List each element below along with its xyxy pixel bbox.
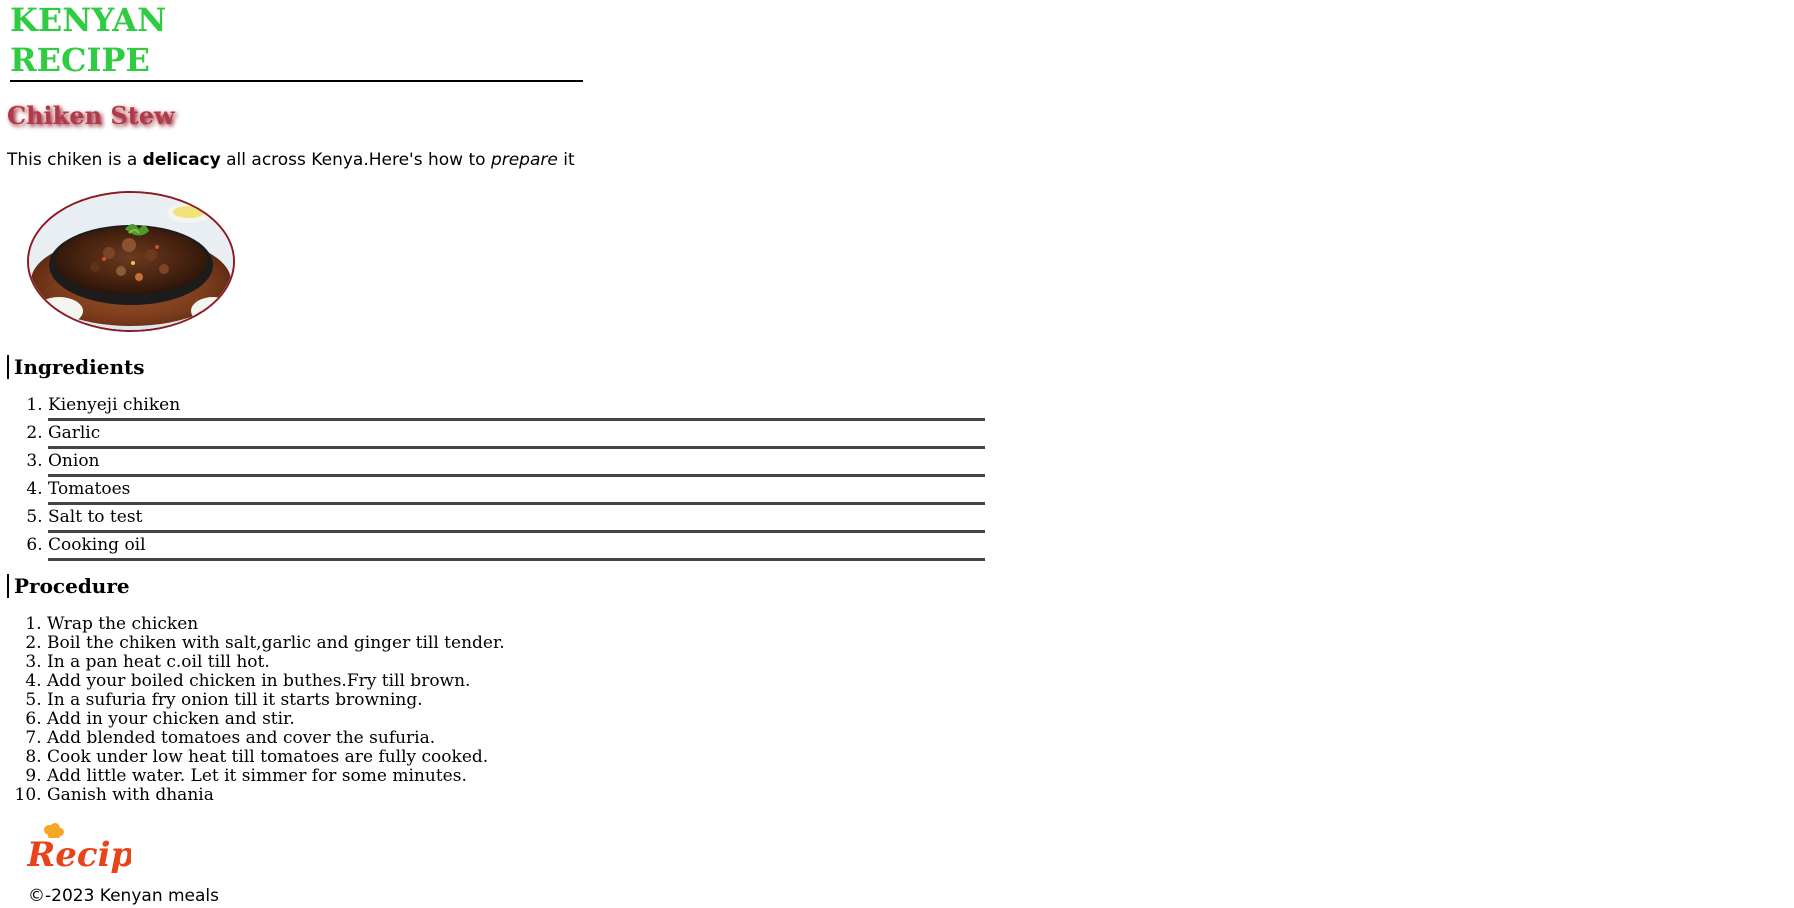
procedure-step: Cook under low heat till tomatoes are fu… <box>47 748 505 767</box>
ingredient-item: Salt to test <box>48 505 985 533</box>
intro-part3: it <box>557 150 575 170</box>
ingredient-item: Garlic <box>48 421 985 449</box>
intro-italic: prepare <box>490 150 558 170</box>
ingredient-item: Kienyeji chiken <box>48 393 985 421</box>
ingredient-item: Cooking oil <box>48 533 985 561</box>
intro-text: This chiken is a delicacy all across Ken… <box>7 149 575 171</box>
logo-text: Recipes <box>27 835 131 875</box>
site-title-line2: RECIPE <box>10 41 150 79</box>
dish-title: Chiken Stew <box>7 101 175 130</box>
dish-photo <box>27 191 235 332</box>
ingredients-list: Kienyeji chiken Garlic Onion Tomatoes Sa… <box>0 393 985 561</box>
procedure-step: Add little water. Let it simmer for some… <box>47 767 505 786</box>
recipes-logo: Recipes <box>26 822 175 878</box>
procedure-step: Boil the chiken with salt,garlic and gin… <box>47 634 505 653</box>
site-title: KENYAN RECIPE <box>10 0 210 80</box>
ingredients-heading: Ingredients <box>7 355 145 379</box>
chef-hat-logo-icon: Recipes <box>26 823 175 875</box>
procedure-step: Ganish with dhania <box>47 786 505 805</box>
chicken-stew-photo-icon <box>29 193 233 330</box>
ingredient-item: Onion <box>48 449 985 477</box>
footer-copyright: ©-2023 Kenyan meals <box>28 886 220 906</box>
intro-part1: This chiken is a <box>7 150 143 170</box>
procedure-step: In a sufuria fry onion till it starts br… <box>47 691 505 710</box>
procedure-step: Wrap the chicken <box>47 615 505 634</box>
procedure-list: Wrap the chicken Boil the chiken with sa… <box>0 615 505 805</box>
site-title-line1: KENYAN <box>10 1 167 39</box>
procedure-step: Add in your chicken and stir. <box>47 710 505 729</box>
ingredient-item: Tomatoes <box>48 477 985 505</box>
intro-bold: delicacy <box>142 150 221 170</box>
procedure-step: Add your boiled chicken in buthes.Fry ti… <box>47 672 505 691</box>
procedure-heading: Procedure <box>7 574 130 598</box>
procedure-step: In a pan heat c.oil till hot. <box>47 653 505 672</box>
site-header: KENYAN RECIPE <box>10 0 583 82</box>
intro-part2: all across Kenya.Here's how to <box>220 150 491 170</box>
procedure-step: Add blended tomatoes and cover the sufur… <box>47 729 505 748</box>
